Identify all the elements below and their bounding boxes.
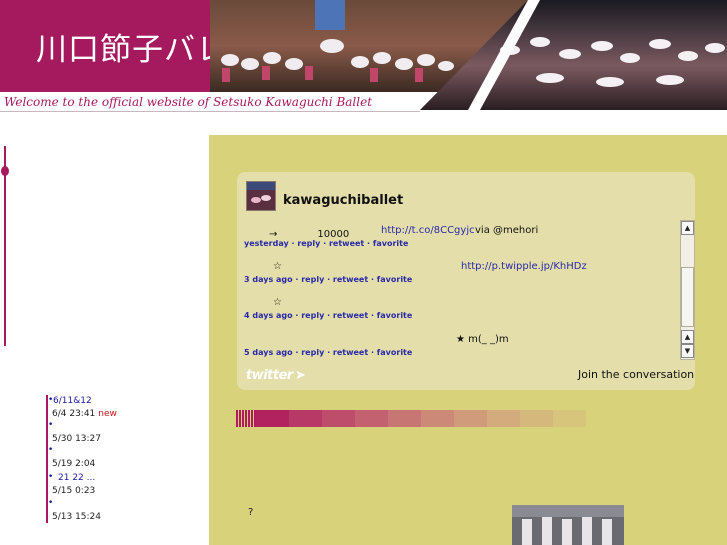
twitter-logo[interactable]: twitter ➤ bbox=[246, 368, 306, 383]
news-bullet: • bbox=[48, 472, 54, 482]
retweet-link[interactable]: retweet bbox=[333, 348, 368, 357]
twitter-handle[interactable]: kawaguchiballet bbox=[283, 193, 403, 208]
scroll-down-button[interactable]: ▼ bbox=[681, 344, 694, 358]
news-bullet: • bbox=[48, 445, 54, 455]
news-item-link[interactable]: 6/11&12 bbox=[53, 396, 92, 406]
news-item-link[interactable]: 21 22 ... bbox=[58, 473, 95, 483]
twitter-widget: kawaguchiballet → 10000 http://t.co/8CCg… bbox=[237, 172, 695, 390]
scroll-up-button[interactable]: ▲ bbox=[681, 221, 694, 235]
tweets-scrollbar[interactable]: ▲ ▲ ▼ bbox=[680, 220, 695, 360]
tweet: ★ m(_ _)m 5 days ago · reply · retweet ·… bbox=[244, 334, 674, 368]
tweet-meta: yesterday · reply · retweet · favorite bbox=[244, 239, 409, 248]
reply-link[interactable]: reply bbox=[301, 348, 324, 357]
tweet-link[interactable]: http://t.co/8CCgyjc bbox=[381, 225, 475, 236]
favorite-link[interactable]: favorite bbox=[377, 275, 413, 284]
tweet-time[interactable]: 5 days ago bbox=[244, 348, 293, 357]
tweet-text: ★ m(_ _)m bbox=[456, 334, 509, 345]
header-divider bbox=[0, 111, 420, 112]
join-conversation-link[interactable]: Join the conversation bbox=[578, 368, 694, 381]
news-bullet: • bbox=[48, 420, 54, 430]
sidebar-accent-line bbox=[4, 146, 6, 346]
news-item-date: 5/30 13:27 bbox=[52, 434, 101, 444]
tweet-meta: 3 days ago · reply · retweet · favorite bbox=[244, 275, 413, 284]
news-date: 5/13 15:24 bbox=[52, 512, 102, 522]
twitter-bird-icon: ➤ bbox=[294, 368, 306, 383]
tweet: ☆ 4 days ago · reply · retweet · favorit… bbox=[244, 297, 674, 331]
new-badge: new bbox=[98, 409, 117, 419]
tweet-text: → 10000 bbox=[269, 229, 350, 240]
tweet-meta: 5 days ago · reply · retweet · favorite bbox=[244, 348, 413, 357]
news-item-date: 5/19 2:04 bbox=[52, 459, 95, 469]
tweet-time[interactable]: 3 days ago bbox=[244, 275, 293, 284]
reply-link[interactable]: reply bbox=[301, 311, 324, 320]
tweet-via[interactable]: via @mehori bbox=[475, 225, 538, 236]
tweet-link[interactable]: http://p.twipple.jp/KhHDz bbox=[461, 261, 587, 272]
retweet-link[interactable]: retweet bbox=[333, 275, 368, 284]
favorite-link[interactable]: favorite bbox=[377, 348, 413, 357]
reply-link[interactable]: reply bbox=[301, 275, 324, 284]
main-question-text: ? bbox=[248, 507, 254, 518]
news-item-date: 6/4 23:41 new bbox=[52, 409, 117, 419]
favorite-link[interactable]: favorite bbox=[373, 239, 409, 248]
twitter-avatar[interactable] bbox=[246, 181, 276, 211]
tweet-time[interactable]: 4 days ago bbox=[244, 311, 293, 320]
news-link[interactable]: 6/11&12 bbox=[53, 396, 92, 406]
sidebar-accent-dot bbox=[1, 166, 9, 176]
favorite-link[interactable]: favorite bbox=[377, 311, 413, 320]
retweet-link[interactable]: retweet bbox=[333, 311, 368, 320]
header-ballet-photo bbox=[210, 0, 727, 110]
site-tagline: Welcome to the official website of Setsu… bbox=[4, 95, 373, 109]
news-item-date: 5/15 0:23 bbox=[52, 486, 95, 496]
tweet-text: ☆ bbox=[273, 261, 282, 272]
reply-link[interactable]: reply bbox=[297, 239, 320, 248]
tweet-time[interactable]: yesterday bbox=[244, 239, 289, 248]
tweet-text: ☆ bbox=[273, 297, 282, 308]
news-date: 5/19 2:04 bbox=[52, 459, 96, 469]
tweet-meta: 4 days ago · reply · retweet · favorite bbox=[244, 311, 413, 320]
twitter-logo-text: twitter bbox=[246, 368, 293, 383]
news-date: 5/15 0:23 bbox=[52, 486, 96, 496]
news-link[interactable]: 21 22 ... bbox=[58, 473, 95, 483]
tweet: ☆ http://p.twipple.jp/KhHDz 3 days ago ·… bbox=[244, 261, 674, 295]
scroll-thumb[interactable] bbox=[681, 267, 694, 327]
news-list: • 6/11&12 6/4 23:41 new • 5/30 13:27 • 5/… bbox=[46, 395, 196, 525]
tweet: → 10000 http://t.co/8CCgyjc via @mehori … bbox=[244, 225, 674, 259]
gradient-divider bbox=[236, 410, 586, 427]
scroll-page-up-button[interactable]: ▲ bbox=[681, 330, 694, 344]
news-bullet: • bbox=[48, 498, 54, 508]
header-band: 川口節子バレエ団 bbox=[0, 0, 291, 92]
news-date: 6/4 23:41 bbox=[52, 409, 96, 419]
news-date: 5/30 13:27 bbox=[52, 434, 102, 444]
rehearsal-photo bbox=[512, 505, 624, 545]
retweet-link[interactable]: retweet bbox=[329, 239, 364, 248]
news-item-date: 5/13 15:24 bbox=[52, 512, 101, 522]
